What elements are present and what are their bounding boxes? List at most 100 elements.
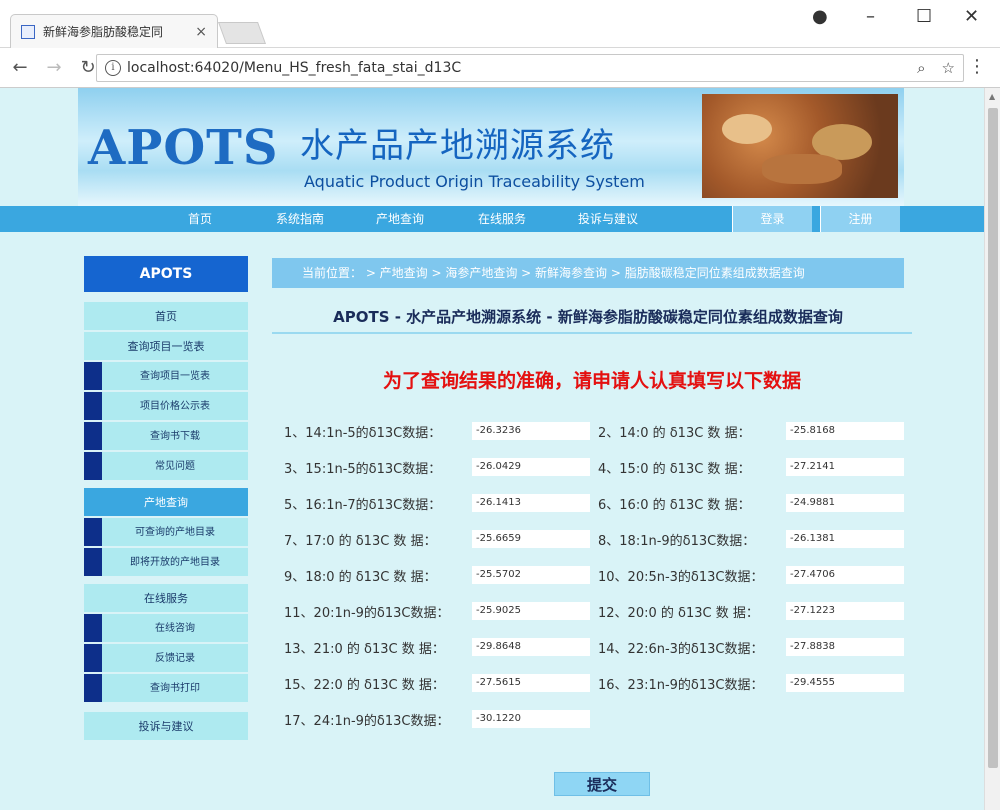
sidebar-subitem[interactable]: 项目价格公示表 xyxy=(84,392,248,422)
sidebar-subitem[interactable]: 查询书打印 xyxy=(84,674,248,704)
d13c-input[interactable]: -27.5615 xyxy=(472,674,590,692)
field-label: 15、22:0 的 δ13C 数 据： xyxy=(284,677,445,693)
d13c-input[interactable]: -27.1223 xyxy=(786,602,904,620)
d13c-input[interactable]: -26.1413 xyxy=(472,494,590,512)
site-title-cn: 水产品产地溯源系统 xyxy=(300,126,615,166)
nav-online-service[interactable]: 在线服务 xyxy=(478,206,526,232)
notice-text: 为了查询结果的准确，请申请人认真填写以下数据 xyxy=(382,370,801,392)
submit-button[interactable]: 提交 xyxy=(554,772,650,796)
sidebar-section-online-service[interactable]: 在线服务 xyxy=(84,584,248,614)
field-row: 7、17:0 的 δ13C 数 据： -25.6659 xyxy=(284,530,590,549)
d13c-input[interactable]: -25.8168 xyxy=(786,422,904,440)
field-label: 10、20:5n-3的δ13C数据： xyxy=(598,569,764,585)
sidebar-header: APOTS xyxy=(84,256,248,292)
field-row: 14、22:6n-3的δ13C数据： -27.8838 xyxy=(598,638,904,657)
browser-menu-icon[interactable]: ⋮ xyxy=(968,56,986,77)
login-button[interactable]: 登录 xyxy=(732,206,812,232)
page-content: APOTS 水产品产地溯源系统 Aquatic Product Origin T… xyxy=(0,88,984,810)
field-label: 7、17:0 的 δ13C 数 据： xyxy=(284,533,437,549)
d13c-input[interactable]: -27.8838 xyxy=(786,638,904,656)
sidebar-subitem[interactable]: 在线咨询 xyxy=(84,614,248,644)
d13c-input[interactable]: -27.4706 xyxy=(786,566,904,584)
d13c-input[interactable]: -26.3236 xyxy=(472,422,590,440)
field-row: 2、14:0 的 δ13C 数 据： -25.8168 xyxy=(598,422,904,441)
minimize-icon[interactable]: – xyxy=(866,6,875,27)
browser-tab[interactable]: 新鲜海参脂肪酸稳定同 × xyxy=(10,14,218,48)
sidebar-section-items[interactable]: 查询项目一览表 xyxy=(84,332,248,362)
field-row: 8、18:1n-9的δ13C数据： -26.1381 xyxy=(598,530,904,549)
field-row: 6、16:0 的 δ13C 数 据： -24.9881 xyxy=(598,494,904,513)
field-row: 12、20:0 的 δ13C 数 据： -27.1223 xyxy=(598,602,904,621)
field-label: 12、20:0 的 δ13C 数 据： xyxy=(598,605,759,621)
page-scrollbar[interactable]: ▲ xyxy=(984,88,1000,810)
close-window-icon[interactable]: ✕ xyxy=(964,6,979,27)
field-row: 16、23:1n-9的δ13C数据： -29.4555 xyxy=(598,674,904,693)
scroll-up-icon[interactable]: ▲ xyxy=(989,92,995,101)
field-label: 13、21:0 的 δ13C 数 据： xyxy=(284,641,445,657)
field-label: 3、15:1n-5的δ13C数据： xyxy=(284,461,442,477)
d13c-input[interactable]: -25.5702 xyxy=(472,566,590,584)
site-logo: APOTS xyxy=(88,120,279,176)
main-nav: 首页 系统指南 产地查询 在线服务 投诉与建议 登录 注册 xyxy=(0,206,984,232)
scrollbar-thumb[interactable] xyxy=(988,108,998,768)
search-icon[interactable]: ⌕ xyxy=(917,59,925,77)
sidebar-section-origin-query[interactable]: 产地查询 xyxy=(84,488,248,518)
field-label: 11、20:1n-9的δ13C数据： xyxy=(284,605,450,621)
browser-tabbar: 新鲜海参脂肪酸稳定同 × ● – ☐ ✕ xyxy=(0,0,1000,48)
page-title: APOTS - 水产品产地溯源系统 - 新鲜海参脂肪酸碳稳定同位素组成数据查询 xyxy=(333,308,843,326)
d13c-input[interactable]: -27.2141 xyxy=(786,458,904,476)
nav-guide[interactable]: 系统指南 xyxy=(276,206,324,232)
field-label: 2、14:0 的 δ13C 数 据： xyxy=(598,425,751,441)
nav-complaints[interactable]: 投诉与建议 xyxy=(578,206,638,232)
register-button[interactable]: 注册 xyxy=(820,206,900,232)
profile-icon[interactable]: ● xyxy=(812,6,828,27)
info-icon[interactable]: i xyxy=(105,60,121,76)
site-banner: APOTS 水产品产地溯源系统 Aquatic Product Origin T… xyxy=(78,88,904,206)
field-row: 13、21:0 的 δ13C 数 据： -29.8648 xyxy=(284,638,590,657)
sidebar-subitem[interactable]: 反馈记录 xyxy=(84,644,248,674)
field-label: 14、22:6n-3的δ13C数据： xyxy=(598,641,764,657)
close-tab-icon[interactable]: × xyxy=(195,24,207,40)
field-row: 9、18:0 的 δ13C 数 据： -25.5702 xyxy=(284,566,590,585)
sidebar: APOTS 首页 查询项目一览表 查询项目一览表 项目价格公示表 查询书下载 常… xyxy=(84,256,248,742)
field-row: 15、22:0 的 δ13C 数 据： -27.5615 xyxy=(284,674,590,693)
page-icon xyxy=(21,24,35,39)
field-label: 6、16:0 的 δ13C 数 据： xyxy=(598,497,751,513)
field-row: 17、24:1n-9的δ13C数据： -30.1220 xyxy=(284,710,590,729)
field-row: 1、14:1n-5的δ13C数据： -26.3236 xyxy=(284,422,590,441)
d13c-input[interactable]: -29.4555 xyxy=(786,674,904,692)
bookmark-star-icon[interactable]: ☆ xyxy=(942,59,955,77)
new-tab-button[interactable] xyxy=(217,22,267,44)
nav-origin-query[interactable]: 产地查询 xyxy=(376,206,424,232)
back-icon[interactable]: ← xyxy=(6,57,34,78)
sidebar-subitem[interactable]: 可查询的产地目录 xyxy=(84,518,248,548)
d13c-input[interactable]: -29.8648 xyxy=(472,638,590,656)
field-row: 5、16:1n-7的δ13C数据： -26.1413 xyxy=(284,494,590,513)
seafood-photo xyxy=(702,94,898,198)
field-label: 5、16:1n-7的δ13C数据： xyxy=(284,497,442,513)
d13c-input[interactable]: -25.6659 xyxy=(472,530,590,548)
d13c-input[interactable]: -30.1220 xyxy=(472,710,590,728)
address-bar[interactable]: i localhost:64020/Menu_HS_fresh_fata_sta… xyxy=(96,54,964,82)
field-label: 4、15:0 的 δ13C 数 据： xyxy=(598,461,751,477)
sidebar-subitem[interactable]: 即将开放的产地目录 xyxy=(84,548,248,578)
sidebar-subitem[interactable]: 查询项目一览表 xyxy=(84,362,248,392)
field-row: 4、15:0 的 δ13C 数 据： -27.2141 xyxy=(598,458,904,477)
d13c-input[interactable]: -24.9881 xyxy=(786,494,904,512)
d13c-input[interactable]: -26.1381 xyxy=(786,530,904,548)
d13c-input[interactable]: -26.0429 xyxy=(472,458,590,476)
sidebar-section-complaints[interactable]: 投诉与建议 xyxy=(84,712,248,742)
d13c-input[interactable]: -25.9025 xyxy=(472,602,590,620)
sidebar-item-home[interactable]: 首页 xyxy=(84,302,248,332)
nav-home[interactable]: 首页 xyxy=(188,206,212,232)
sidebar-subitem[interactable]: 查询书下载 xyxy=(84,422,248,452)
browser-toolbar: ← → ↻ i localhost:64020/Menu_HS_fresh_fa… xyxy=(0,48,1000,88)
field-label: 1、14:1n-5的δ13C数据： xyxy=(284,425,442,441)
forward-icon[interactable]: → xyxy=(40,57,68,78)
maximize-icon[interactable]: ☐ xyxy=(916,6,932,27)
sidebar-subitem[interactable]: 常见问题 xyxy=(84,452,248,482)
url-text[interactable]: localhost:64020/Menu_HS_fresh_fata_stai_… xyxy=(127,60,909,76)
field-row: 11、20:1n-9的δ13C数据： -25.9025 xyxy=(284,602,590,621)
tab-title: 新鲜海参脂肪酸稳定同 xyxy=(43,25,164,39)
field-label: 8、18:1n-9的δ13C数据： xyxy=(598,533,756,549)
